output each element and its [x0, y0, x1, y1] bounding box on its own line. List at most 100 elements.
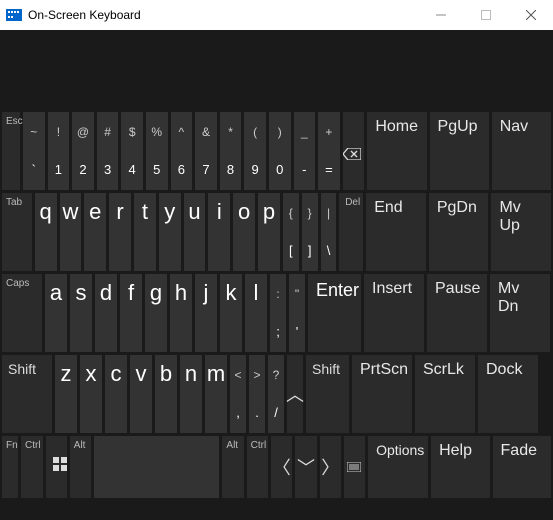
key-m[interactable]: m	[205, 355, 227, 433]
key-rbracket[interactable]: }]	[302, 193, 318, 271]
key-u[interactable]: u	[184, 193, 206, 271]
key-v[interactable]: v	[130, 355, 152, 433]
key-n[interactable]: n	[180, 355, 202, 433]
key-lctrl[interactable]: Ctrl	[21, 436, 43, 498]
key-slash[interactable]: ?/	[268, 355, 284, 433]
key-right[interactable]: 〉	[320, 436, 341, 498]
key-a[interactable]: a	[45, 274, 67, 352]
key-3[interactable]: #3	[97, 112, 119, 190]
backspace-icon	[343, 148, 361, 160]
key-0[interactable]: )0	[269, 112, 291, 190]
key-scrlk[interactable]: ScrLk	[415, 355, 475, 433]
key-1[interactable]: !1	[48, 112, 70, 190]
key-t[interactable]: t	[134, 193, 156, 271]
keyboard: Esc ~` !1 @2 #3 $4 %5 ^6 &7 *8 (9 )0 _- …	[0, 110, 553, 503]
key-w[interactable]: w	[60, 193, 82, 271]
key-caps[interactable]: Caps	[2, 274, 42, 352]
key-mvup[interactable]: Mv Up	[491, 193, 551, 271]
key-fade[interactable]: Fade	[493, 436, 551, 498]
key-help[interactable]: Help	[431, 436, 489, 498]
key-o[interactable]: o	[233, 193, 255, 271]
key-d[interactable]: d	[95, 274, 117, 352]
key-minus[interactable]: _-	[294, 112, 316, 190]
key-period[interactable]: >.	[249, 355, 265, 433]
key-backspace[interactable]	[343, 112, 365, 190]
key-win[interactable]	[46, 436, 67, 498]
key-tab[interactable]: Tab	[2, 193, 32, 271]
key-9[interactable]: (9	[244, 112, 266, 190]
key-g[interactable]: g	[145, 274, 167, 352]
window-titlebar: On-Screen Keyboard	[0, 0, 553, 30]
maximize-button[interactable]	[463, 0, 508, 30]
key-b[interactable]: b	[155, 355, 177, 433]
key-y[interactable]: y	[159, 193, 181, 271]
key-p[interactable]: p	[258, 193, 280, 271]
key-e[interactable]: e	[84, 193, 106, 271]
key-k[interactable]: k	[220, 274, 242, 352]
key-mvdn[interactable]: Mv Dn	[490, 274, 550, 352]
key-x[interactable]: x	[80, 355, 102, 433]
key-rctrl[interactable]: Ctrl	[247, 436, 269, 498]
key-home[interactable]: Home	[367, 112, 426, 190]
key-space[interactable]	[94, 436, 219, 498]
key-lalt[interactable]: Alt	[70, 436, 91, 498]
key-del[interactable]: Del	[339, 193, 363, 271]
header-blank	[0, 30, 553, 110]
row-5: Fn Ctrl Alt Alt Ctrl 〈 ﹀ 〉 Options Help …	[2, 436, 551, 498]
key-lbracket[interactable]: {[	[283, 193, 299, 271]
key-2[interactable]: @2	[72, 112, 94, 190]
key-q[interactable]: q	[35, 193, 57, 271]
key-s[interactable]: s	[70, 274, 92, 352]
windows-icon	[53, 457, 67, 471]
key-7[interactable]: &7	[195, 112, 217, 190]
key-j[interactable]: j	[195, 274, 217, 352]
key-down[interactable]: ﹀	[295, 436, 316, 498]
key-esc[interactable]: Esc	[2, 112, 20, 190]
key-dock[interactable]: Dock	[478, 355, 538, 433]
row-1: Esc ~` !1 @2 #3 $4 %5 ^6 &7 *8 (9 )0 _- …	[2, 112, 551, 190]
key-h[interactable]: h	[170, 274, 192, 352]
key-prtscn[interactable]: PrtScn	[352, 355, 412, 433]
key-nav[interactable]: Nav	[492, 112, 551, 190]
key-pgdn[interactable]: PgDn	[429, 193, 489, 271]
key-insert[interactable]: Insert	[364, 274, 424, 352]
chevron-left-icon: 〈	[273, 454, 291, 480]
key-options[interactable]: Options	[368, 436, 428, 498]
key-up[interactable]: ︿	[287, 355, 303, 433]
key-f[interactable]: f	[120, 274, 142, 352]
key-r[interactable]: r	[109, 193, 131, 271]
key-rshift[interactable]: Shift	[306, 355, 349, 433]
key-ralt[interactable]: Alt	[222, 436, 243, 498]
chevron-right-icon: 〉	[321, 454, 339, 480]
key-8[interactable]: *8	[220, 112, 242, 190]
key-menu[interactable]	[344, 436, 365, 498]
key-equals[interactable]: +=	[318, 112, 340, 190]
window-title: On-Screen Keyboard	[28, 8, 418, 22]
app-icon	[6, 9, 22, 21]
chevron-up-icon: ︿	[286, 381, 304, 407]
key-semicolon[interactable]: :;	[270, 274, 286, 352]
key-end[interactable]: End	[366, 193, 426, 271]
key-c[interactable]: c	[105, 355, 127, 433]
key-backslash[interactable]: |\	[321, 193, 337, 271]
key-z[interactable]: z	[55, 355, 77, 433]
key-pause[interactable]: Pause	[427, 274, 487, 352]
key-grave[interactable]: ~`	[23, 112, 45, 190]
key-4[interactable]: $4	[121, 112, 143, 190]
chevron-down-icon: ﹀	[297, 454, 315, 480]
key-pgup[interactable]: PgUp	[430, 112, 489, 190]
key-comma[interactable]: <,	[230, 355, 246, 433]
key-enter[interactable]: Enter	[308, 274, 361, 352]
key-quote[interactable]: "'	[289, 274, 305, 352]
key-l[interactable]: l	[245, 274, 267, 352]
key-i[interactable]: i	[208, 193, 230, 271]
row-2: Tab q w e r t y u i o p {[ }] |\ Del End…	[2, 193, 551, 271]
key-left[interactable]: 〈	[271, 436, 292, 498]
key-6[interactable]: ^6	[171, 112, 193, 190]
close-button[interactable]	[508, 0, 553, 30]
key-lshift[interactable]: Shift	[2, 355, 52, 433]
key-fn[interactable]: Fn	[2, 436, 18, 498]
menu-icon	[347, 462, 361, 472]
key-5[interactable]: %5	[146, 112, 168, 190]
minimize-button[interactable]	[418, 0, 463, 30]
